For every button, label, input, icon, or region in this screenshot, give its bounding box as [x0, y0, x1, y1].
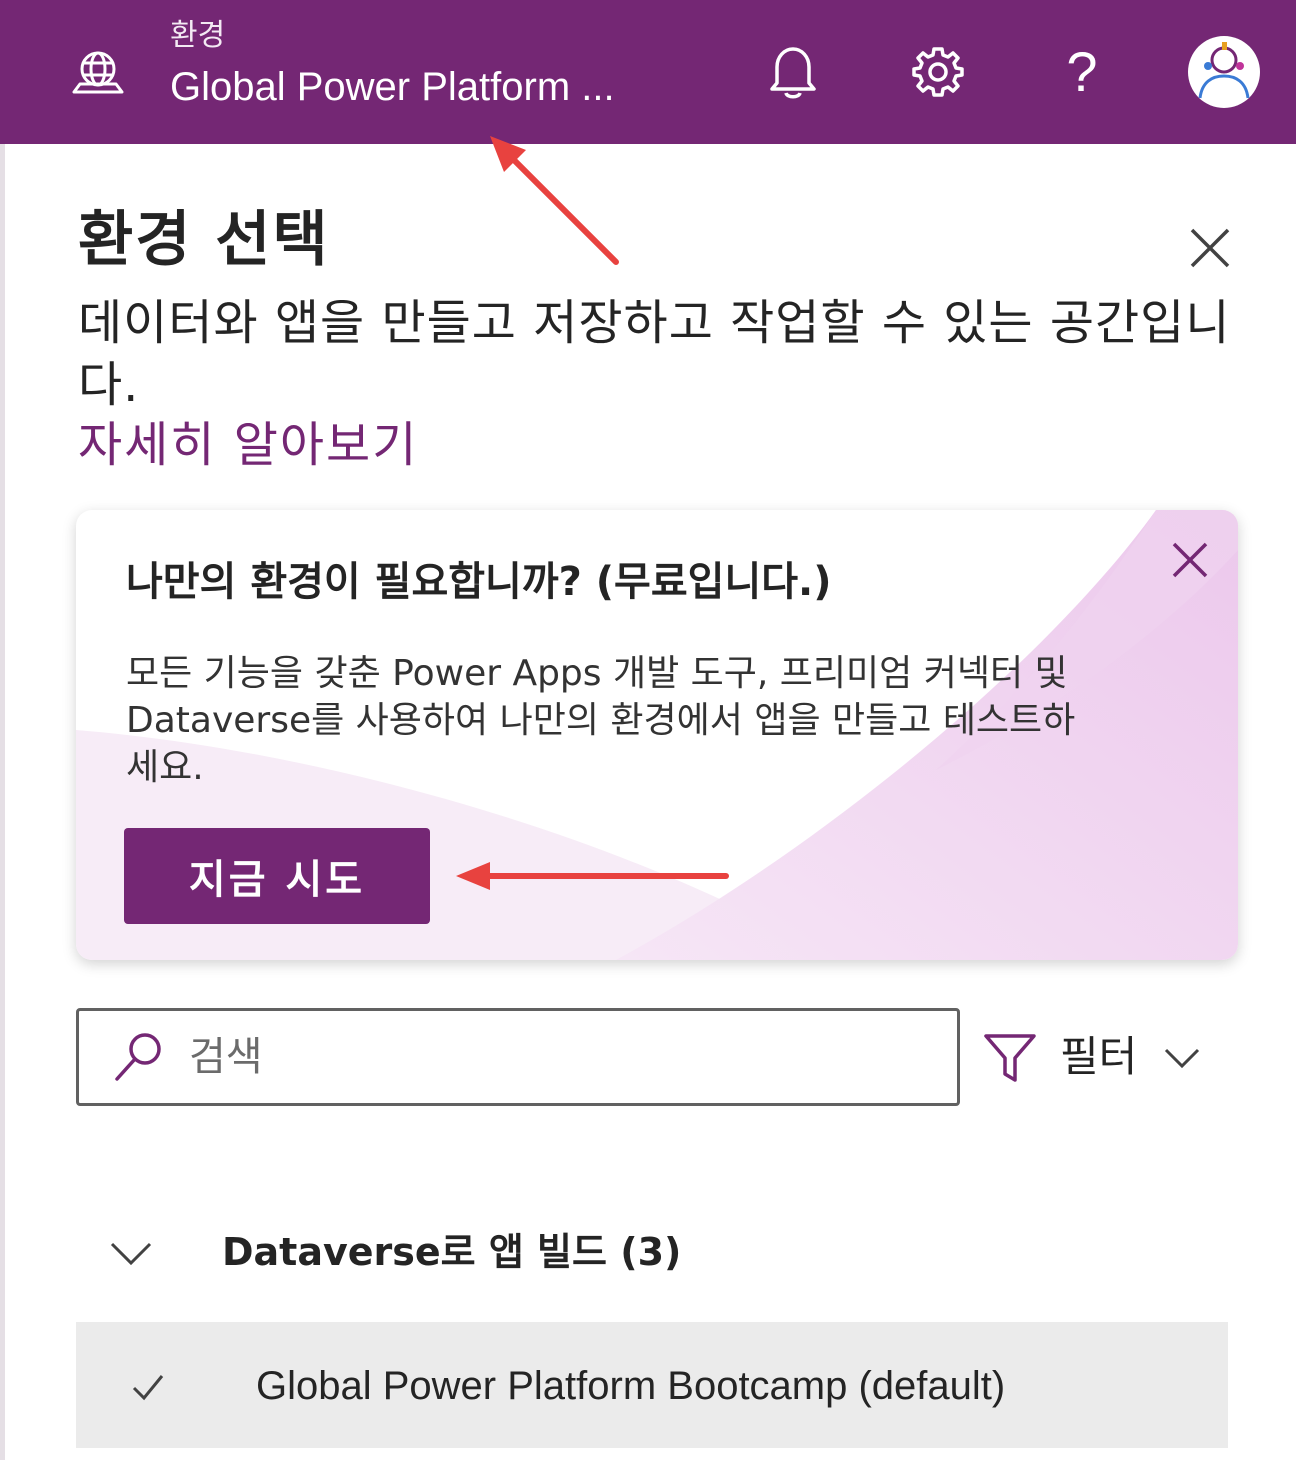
settings-button[interactable] — [908, 40, 968, 104]
gear-icon — [912, 47, 964, 97]
search-input[interactable] — [187, 1025, 931, 1089]
panel-title: 환경 선택 — [78, 205, 330, 275]
user-avatar-icon — [1198, 42, 1250, 99]
promo-body: 모든 기능을 갖춘 Power Apps 개발 도구, 프리미엄 커넥터 및 D… — [126, 653, 1076, 788]
dismiss-promo-icon[interactable] — [1168, 538, 1212, 582]
background-page-sliver — [0, 144, 5, 1460]
avatar[interactable] — [1188, 36, 1260, 108]
current-environment-name[interactable]: Global Power Platform ... — [170, 62, 615, 112]
help-button[interactable]: ? — [1052, 40, 1112, 104]
filter-label: 필터 — [1060, 1032, 1138, 1081]
chevron-down-icon — [110, 1242, 152, 1266]
try-now-button[interactable]: 지금 시도 — [124, 828, 430, 924]
environment-caption: 환경 — [170, 18, 226, 53]
notifications-button[interactable] — [763, 40, 823, 104]
annotation-arrow-to-header — [490, 136, 619, 265]
chevron-down-icon — [1164, 1048, 1200, 1069]
bell-icon — [770, 47, 816, 99]
filter-button[interactable]: 필터 — [982, 1024, 1212, 1088]
free-environment-promo-card: 나만의 환경이 필요합니까? (무료입니다.) 모든 기능을 갖춘 Power … — [76, 510, 1238, 960]
promo-title: 나만의 환경이 필요합니까? (무료입니다.) — [126, 559, 832, 605]
checkmark-icon — [132, 1375, 164, 1401]
top-header-bar: 환경 Global Power Platform ... ? — [0, 0, 1296, 144]
search-icon — [115, 1033, 161, 1081]
group-label: Dataverse로 앱 빌드 (3) — [222, 1230, 682, 1274]
environment-list-item[interactable]: Global Power Platform Bootcamp (default) — [76, 1322, 1228, 1448]
panel-description: 데이터와 앱을 만들고 저장하고 작업할 수 있는 공간입니다. — [78, 295, 1231, 413]
close-panel-icon[interactable] — [1184, 222, 1236, 274]
globe-icon[interactable] — [70, 48, 126, 98]
environment-name: Global Power Platform Bootcamp (default) — [256, 1364, 1006, 1408]
filter-funnel-icon — [984, 1034, 1036, 1082]
learn-more-link[interactable]: 자세히 알아보기 — [78, 412, 418, 478]
group-header-dataverse[interactable]: Dataverse로 앱 빌드 (3) — [76, 1216, 1228, 1286]
search-box[interactable] — [76, 1008, 960, 1106]
